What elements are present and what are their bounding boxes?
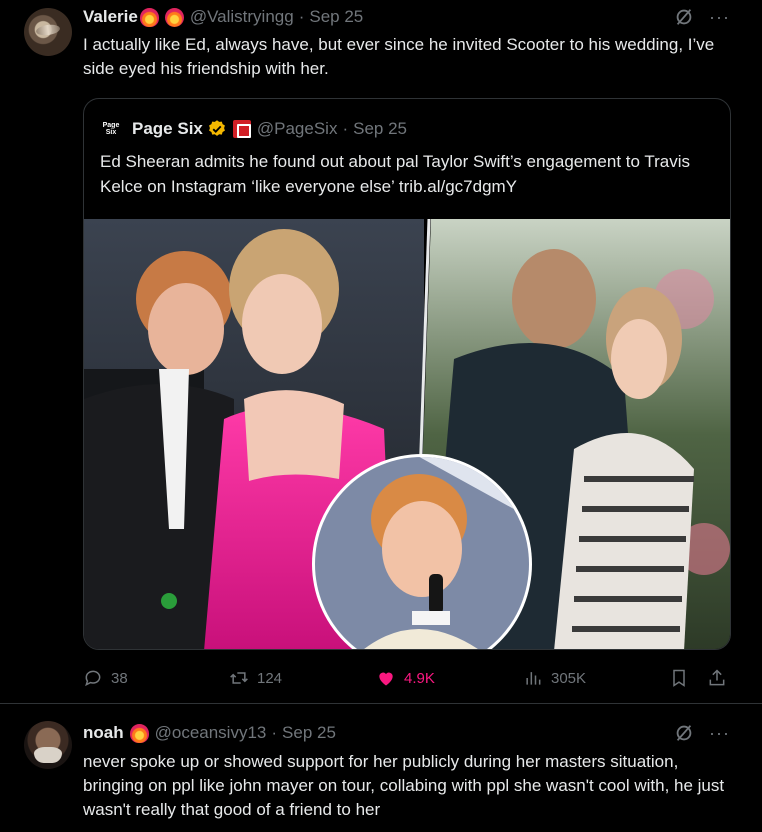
tweet-date[interactable]: Sep 25 <box>282 723 336 743</box>
share-button[interactable] <box>707 664 727 692</box>
fire-heart-emoji-icon <box>129 723 149 743</box>
heart-filled-icon <box>379 672 393 686</box>
tweet-actions: 38 124 4.9K 305K <box>83 664 743 692</box>
quoted-tweet-date[interactable]: Sep 25 <box>353 119 407 139</box>
views-button[interactable]: 305K <box>523 664 586 692</box>
repost-count: 124 <box>257 669 283 687</box>
bookmark-button[interactable] <box>669 664 689 692</box>
repost-button[interactable]: 124 <box>229 664 282 692</box>
like-button[interactable]: 4.9K <box>376 664 435 692</box>
like-count: 4.9K <box>404 669 435 687</box>
verified-badge-icon <box>208 120 225 136</box>
grok-icon[interactable] <box>673 722 695 744</box>
avatar[interactable] <box>24 721 72 769</box>
tweet-text: I actually like Ed, always have, but eve… <box>83 35 715 78</box>
tweet-top-actions: ··· <box>673 6 730 28</box>
author-name[interactable]: Valerie <box>83 7 138 27</box>
grok-icon[interactable] <box>673 6 695 28</box>
quoted-tweet-image[interactable] <box>84 219 730 649</box>
reply-count: 38 <box>111 669 128 687</box>
page-six-logo: Page Six <box>102 122 120 136</box>
tweet-date[interactable]: Sep 25 <box>309 7 363 27</box>
quoted-tweet-text: Ed Sheeran admits he found out about pal… <box>100 152 691 196</box>
quoted-tweet-header: Page Six Page Six @PageSix · Sep 25 <box>100 118 407 140</box>
reply-icon <box>85 670 101 687</box>
author-handle[interactable]: @Valistryingg <box>190 7 294 27</box>
fire-heart-emoji-icon <box>139 7 159 27</box>
repost-icon <box>230 672 248 684</box>
reply-button[interactable]: 38 <box>83 664 128 692</box>
quoted-tweet[interactable]: Page Six Page Six @PageSix · Sep 25 Ed S… <box>83 98 731 650</box>
avatar[interactable] <box>24 8 72 56</box>
separator: · <box>271 723 278 742</box>
bookmark-icon <box>673 669 685 687</box>
share-icon <box>709 669 725 686</box>
more-icon[interactable]: ··· <box>709 8 730 26</box>
author-name[interactable]: noah <box>83 723 124 743</box>
affiliate-badge-icon <box>232 120 251 138</box>
quoted-author-handle[interactable]: @PageSix <box>257 119 338 139</box>
author-handle[interactable]: @oceansivy13 <box>155 723 267 743</box>
tweet-text: never spoke up or showed support for her… <box>83 752 725 819</box>
more-icon[interactable]: ··· <box>709 724 730 742</box>
fire-emoji-icon <box>164 7 184 27</box>
separator: · <box>298 7 305 26</box>
separator: · <box>342 119 349 138</box>
view-count: 305K <box>551 669 587 687</box>
tweet-top-actions: ··· <box>673 722 730 744</box>
tweet[interactable]: Valerie @Valistryingg · Sep 25 ··· I act… <box>0 0 762 704</box>
tweet-header: Valerie @Valistryingg · Sep 25 <box>83 6 363 28</box>
quoted-author-name[interactable]: Page Six <box>132 119 203 139</box>
views-icon <box>526 672 541 685</box>
tweet-header: noah @oceansivy13 · Sep 25 <box>83 722 336 744</box>
